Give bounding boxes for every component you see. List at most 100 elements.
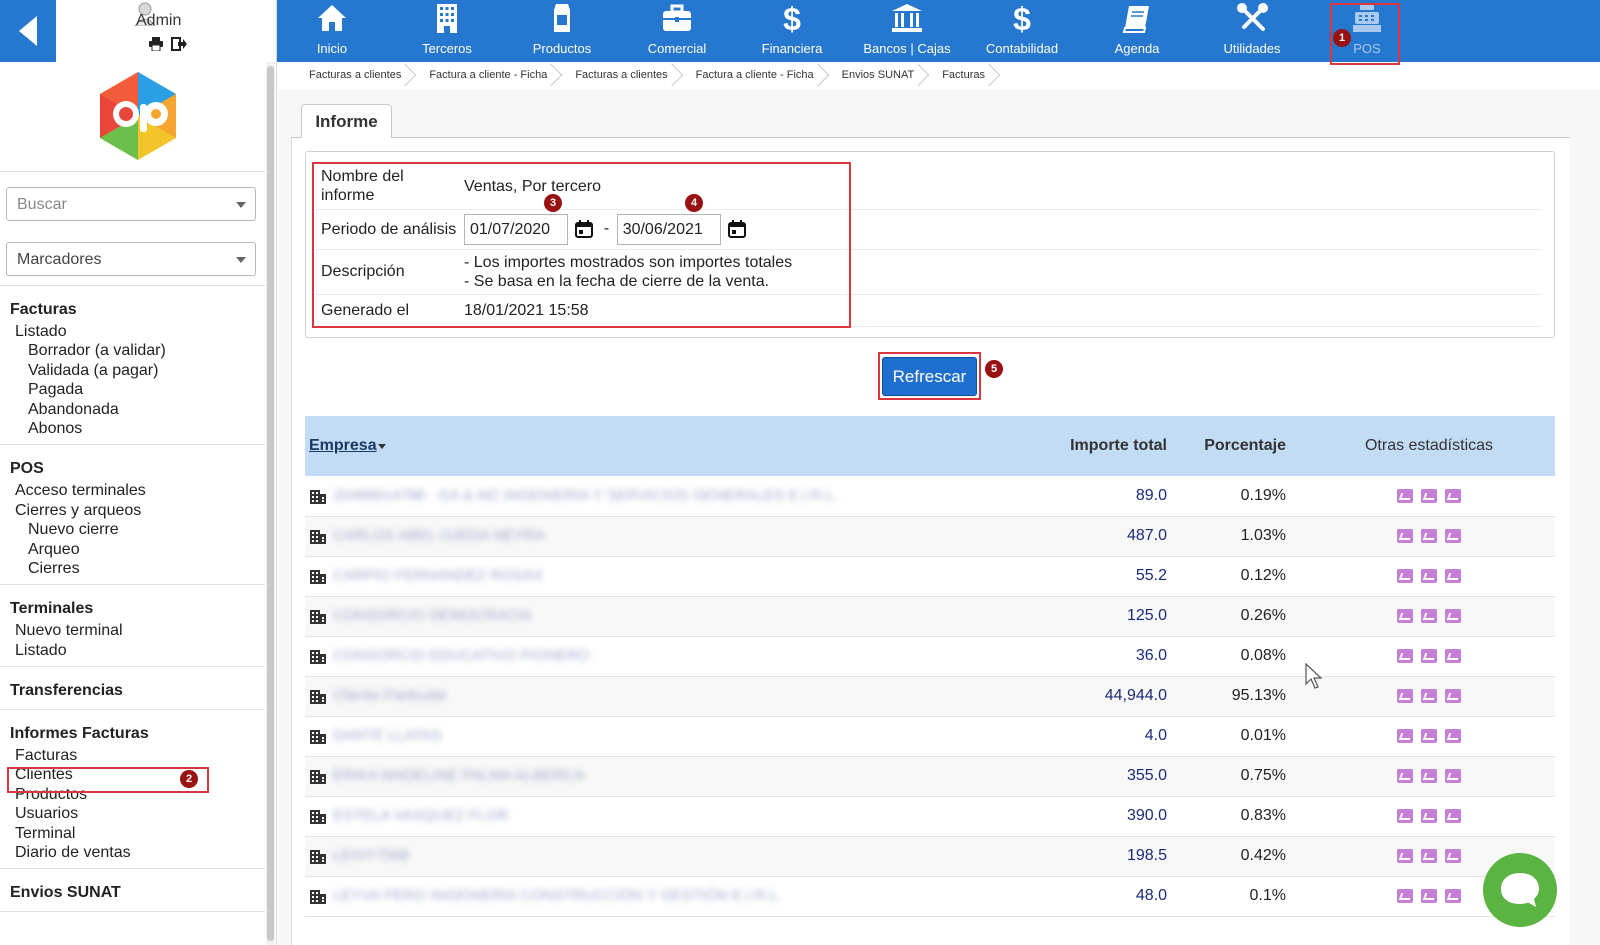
company-name-link[interactable]: CARPIO FERNANDEZ ROSAS [333, 567, 543, 584]
chart-icon[interactable] [1397, 688, 1413, 703]
company-building-icon[interactable] [309, 568, 327, 584]
chart-icon[interactable] [1421, 848, 1437, 863]
breadcrumb-item[interactable]: Factura a cliente - Ficha [676, 64, 822, 86]
sidebar-item-terminal[interactable]: Terminal [0, 824, 265, 843]
breadcrumb-item[interactable]: Facturas a clientes [555, 64, 675, 86]
chart-icon[interactable] [1397, 808, 1413, 823]
company-building-icon[interactable] [309, 808, 327, 824]
chart-icon[interactable] [1445, 768, 1461, 783]
sidebar-item-cierres[interactable]: Cierres [0, 559, 265, 578]
company-name-link[interactable]: CONSORCIO EDUCATIVO PIONERO [333, 647, 589, 664]
breadcrumb-item[interactable]: Envios SUNAT [822, 64, 923, 86]
chat-button[interactable] [1483, 853, 1557, 927]
sidebar-item-acceso-terminales[interactable]: Acceso terminales [0, 481, 265, 500]
chart-icon[interactable] [1421, 888, 1437, 903]
chart-icon[interactable] [1445, 848, 1461, 863]
print-icon[interactable] [148, 37, 164, 51]
chart-icon[interactable] [1397, 488, 1413, 503]
nav-item-agenda[interactable]: Agenda [1082, 0, 1192, 62]
chart-icon[interactable] [1397, 608, 1413, 623]
chart-icon[interactable] [1397, 848, 1413, 863]
nav-item-productos[interactable]: Productos [507, 0, 617, 62]
back-button[interactable] [0, 0, 56, 62]
bookmarks-select[interactable]: Marcadores [6, 242, 256, 276]
sidebar-item-usuarios[interactable]: Usuarios [0, 804, 265, 823]
company-building-icon[interactable] [309, 888, 327, 904]
nav-item-terceros[interactable]: Terceros [392, 0, 502, 62]
nav-item-bancos-cajas[interactable]: Bancos | Cajas [852, 0, 962, 62]
chart-icon[interactable] [1445, 728, 1461, 743]
chart-icon[interactable] [1397, 648, 1413, 663]
chart-icon[interactable] [1421, 728, 1437, 743]
tab-informe[interactable]: Informe [301, 104, 392, 138]
chart-icon[interactable] [1421, 608, 1437, 623]
column-header-amount[interactable]: Importe total [1038, 416, 1188, 476]
chart-icon[interactable] [1421, 648, 1437, 663]
chart-icon[interactable] [1397, 728, 1413, 743]
sidebar-item-nuevo-terminal[interactable]: Nuevo terminal [0, 621, 265, 640]
chart-icon[interactable] [1421, 808, 1437, 823]
company-building-icon[interactable] [309, 608, 327, 624]
company-name-link[interactable]: ESTELA VASQUEZ FLOR [333, 807, 509, 824]
company-building-icon[interactable] [309, 688, 327, 704]
chart-icon[interactable] [1421, 528, 1437, 543]
company-building-icon[interactable] [309, 488, 327, 504]
nav-item-contabilidad[interactable]: $ Contabilidad [967, 0, 1077, 62]
column-header-company-label[interactable]: Empresa [309, 437, 377, 454]
company-name-link[interactable]: CARLOS ABEL OJEDA NEYRA [333, 527, 545, 544]
chart-icon[interactable] [1445, 568, 1461, 583]
chart-icon[interactable] [1445, 688, 1461, 703]
menu-section-title[interactable]: Informes Facturas [0, 724, 265, 744]
sidebar-item-borrador-a-validar[interactable]: Borrador (a validar) [0, 341, 265, 360]
sidebar-item-abandonada[interactable]: Abandonada [0, 400, 265, 419]
company-name-link[interactable]: LEYVA PERO INGENIERIA CONSTRUCCIÓN Y GES… [333, 887, 782, 904]
sidebar-item-listado[interactable]: Listado [0, 322, 265, 341]
menu-section-title[interactable]: Transferencias [0, 681, 265, 701]
scrollbar-thumb[interactable] [267, 66, 274, 941]
sidebar-item-pagada[interactable]: Pagada [0, 380, 265, 399]
sidebar-item-arqueo[interactable]: Arqueo [0, 540, 265, 559]
breadcrumb-item[interactable]: Facturas [922, 64, 993, 86]
chart-icon[interactable] [1445, 528, 1461, 543]
chart-icon[interactable] [1421, 688, 1437, 703]
chart-icon[interactable] [1421, 768, 1437, 783]
sidebar-item-facturas[interactable]: Facturas [0, 746, 265, 765]
company-building-icon[interactable] [309, 648, 327, 664]
sort-down-icon[interactable] [377, 442, 387, 450]
chart-icon[interactable] [1397, 568, 1413, 583]
company-name-link[interactable]: CONSORCIO DEMOCRACIA [333, 607, 531, 624]
chart-icon[interactable] [1421, 488, 1437, 503]
company-name-link[interactable]: ERIKA MADELINE PALMA ALBERCA [333, 767, 584, 784]
menu-section-title[interactable]: Envios SUNAT [0, 883, 265, 903]
chart-icon[interactable] [1445, 648, 1461, 663]
company-building-icon[interactable] [309, 768, 327, 784]
nav-item-inicio[interactable]: Inicio [277, 0, 387, 62]
nav-item-financiera[interactable]: $ Financiera [737, 0, 847, 62]
sidebar-item-listado[interactable]: Listado [0, 641, 265, 660]
chart-icon[interactable] [1397, 768, 1413, 783]
column-header-percent[interactable]: Porcentaje [1188, 416, 1303, 476]
breadcrumb-item[interactable]: Facturas a clientes [290, 64, 409, 86]
menu-section-title[interactable]: POS [0, 459, 265, 479]
company-building-icon[interactable] [309, 528, 327, 544]
company-name-link[interactable]: LEIVY7568 [333, 847, 409, 864]
search-select[interactable]: Buscar [6, 187, 256, 221]
company-building-icon[interactable] [309, 728, 327, 744]
sidebar-item-diario-de-ventas[interactable]: Diario de ventas [0, 843, 265, 862]
chart-icon[interactable] [1397, 888, 1413, 903]
sidebar-scrollbar[interactable] [266, 62, 275, 945]
logout-icon[interactable] [171, 37, 187, 51]
nav-item-comercial[interactable]: Comercial [622, 0, 732, 62]
breadcrumb-item[interactable]: Factura a cliente - Ficha [409, 64, 555, 86]
chart-icon[interactable] [1445, 888, 1461, 903]
company-name-link[interactable]: Cliente Particular [333, 687, 447, 704]
chart-icon[interactable] [1445, 488, 1461, 503]
sidebar-item-abonos[interactable]: Abonos [0, 419, 265, 438]
sidebar-item-nuevo-cierre[interactable]: Nuevo cierre [0, 520, 265, 539]
company-name-link[interactable]: 20488914788 - GA & MZ INGENIERIA Y SERVI… [333, 487, 838, 504]
menu-section-title[interactable]: Facturas [0, 300, 265, 320]
chart-icon[interactable] [1445, 608, 1461, 623]
chart-icon[interactable] [1397, 528, 1413, 543]
chart-icon[interactable] [1421, 568, 1437, 583]
sidebar-item-cierres-y-arqueos[interactable]: Cierres y arqueos [0, 501, 265, 520]
